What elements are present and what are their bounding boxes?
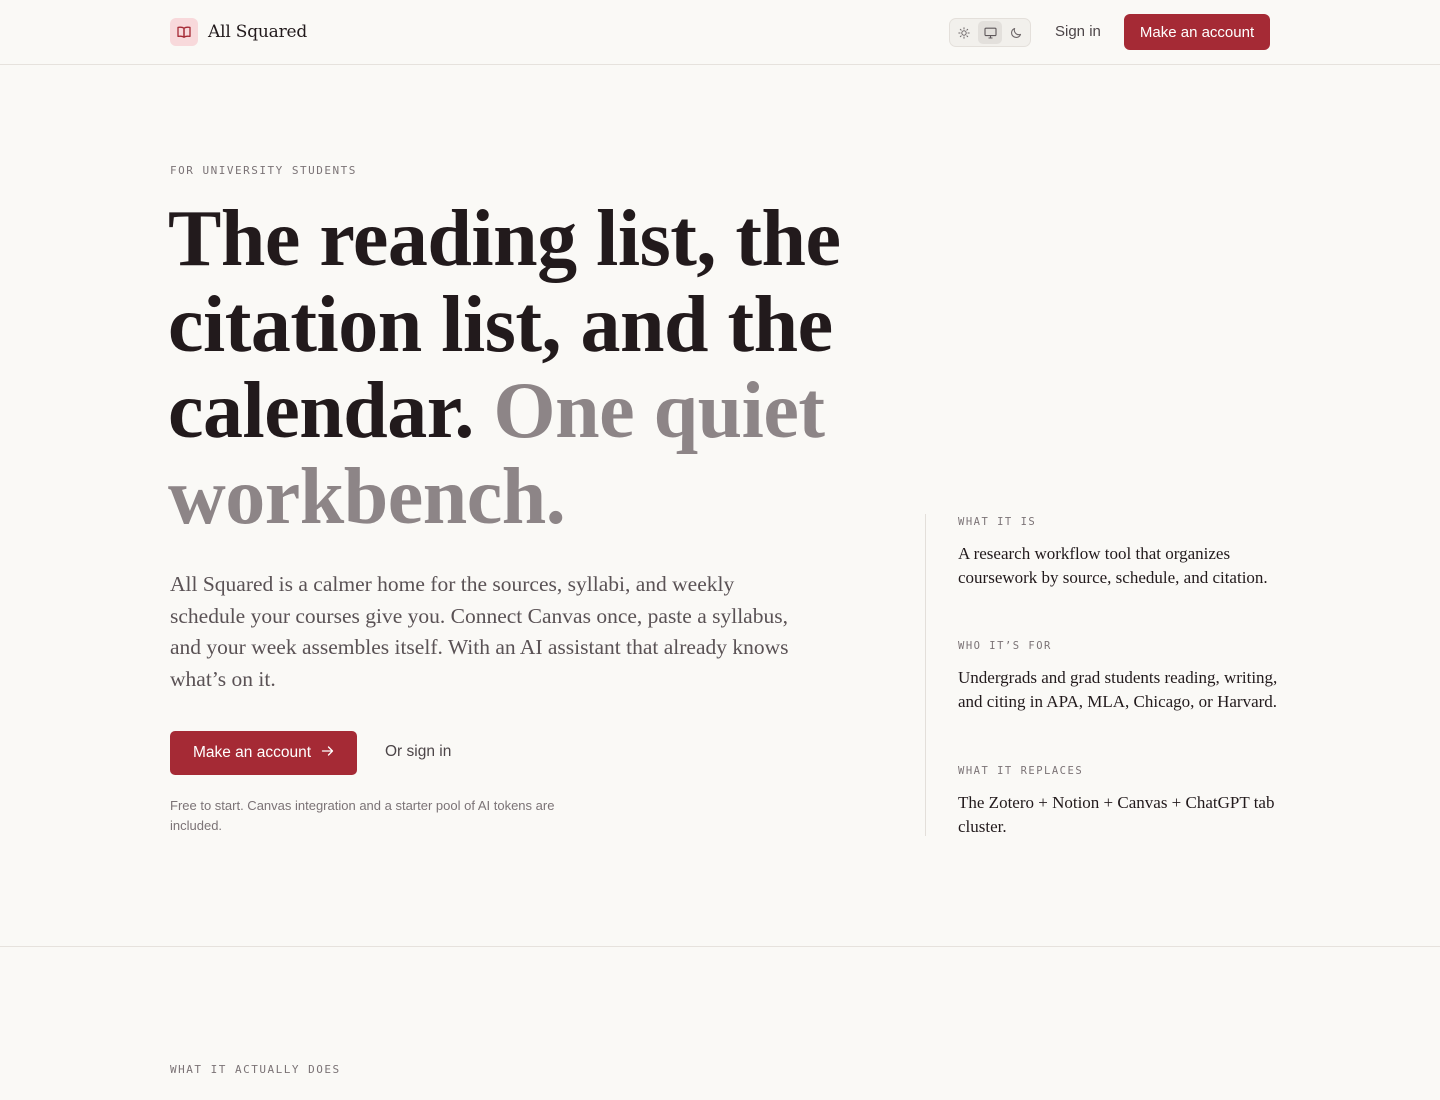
- arrow-right-icon: [321, 744, 334, 762]
- make-account-button[interactable]: Make an account: [1124, 14, 1270, 50]
- features-eyebrow: WHAT IT ACTUALLY DOES: [170, 1063, 341, 1076]
- hero-fineprint: Free to start. Canvas integration and a …: [170, 798, 555, 833]
- summary-what-it-is: WHAT IT IS A research workflow tool that…: [958, 516, 1278, 590]
- summary-label: WHO IT’S FOR: [958, 640, 1052, 652]
- monitor-icon[interactable]: [978, 21, 1002, 44]
- brand-name: All Squared: [208, 22, 308, 42]
- hero-lead: All Squared is a calmer home for the sou…: [170, 572, 789, 691]
- summary-who-its-for: WHO IT’S FOR Undergrads and grad student…: [958, 640, 1278, 714]
- summary-text: Undergrads and grad students reading, wr…: [958, 668, 1278, 711]
- top-navigation-bar: All Squared Sign in Make an account: [0, 0, 1440, 65]
- summary-what-it-replaces: WHAT IT REPLACES The Zotero + Notion + C…: [958, 765, 1278, 839]
- summary-text: A research workflow tool that organizes …: [958, 544, 1268, 587]
- summary-label: WHAT IT IS: [958, 516, 1037, 528]
- hero-cta-label: Make an account: [192, 744, 312, 761]
- moon-icon[interactable]: [1004, 21, 1028, 44]
- hero-make-account-button[interactable]: Make an account: [170, 731, 357, 775]
- sign-in-link[interactable]: Sign in: [1055, 23, 1101, 40]
- sun-icon[interactable]: [952, 21, 976, 44]
- summary-label: WHAT IT REPLACES: [958, 765, 1084, 777]
- section-divider: [0, 946, 1440, 947]
- hero-eyebrow: FOR UNIVERSITY STUDENTS: [170, 164, 357, 177]
- brand[interactable]: All Squared: [170, 18, 307, 46]
- open-book-icon: [170, 18, 198, 46]
- hero-headline: The reading list, the citation list, and…: [168, 196, 868, 540]
- product-summary: WHAT IT IS A research workflow tool that…: [925, 514, 1277, 836]
- summary-text: The Zotero + Notion + Canvas + ChatGPT t…: [958, 793, 1275, 836]
- hero-sign-in-link[interactable]: Or sign in: [385, 743, 451, 761]
- theme-toggle: [949, 18, 1031, 47]
